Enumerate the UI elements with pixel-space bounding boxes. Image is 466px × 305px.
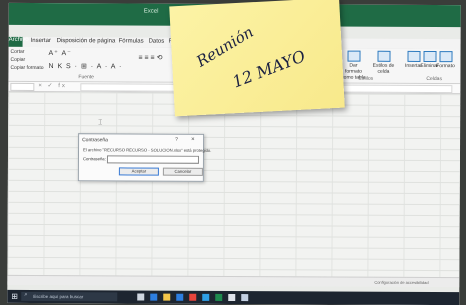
window-title: Excel bbox=[143, 8, 159, 15]
windows-start-icon[interactable]: ⊞ bbox=[11, 292, 18, 301]
cut-button[interactable]: Cortar bbox=[11, 49, 25, 55]
mouse-cursor-icon: ⌶ bbox=[98, 119, 103, 127]
group-label-celdas: Celdas bbox=[426, 76, 442, 83]
name-box[interactable] bbox=[10, 82, 35, 91]
note-text-line1: Reunión bbox=[193, 22, 257, 71]
accept-button[interactable]: Aceptar bbox=[118, 167, 159, 176]
taskbar-app-icon[interactable] bbox=[137, 293, 145, 301]
table-icon bbox=[346, 50, 361, 62]
password-dialog: Contraseña ? × El archivo "RECURSO RECUR… bbox=[77, 133, 211, 182]
worksheet-grid[interactable] bbox=[7, 91, 461, 278]
format-cells-icon bbox=[438, 51, 453, 63]
sticky-note: Reunión 12 MAYO bbox=[169, 0, 345, 117]
cell-styles-button[interactable]: Estilos de celda bbox=[370, 50, 396, 75]
taskbar-app-icon[interactable] bbox=[202, 293, 210, 301]
tab-insertar[interactable]: Insertar bbox=[31, 38, 51, 44]
format-painter-button[interactable]: Copiar formato bbox=[10, 65, 43, 71]
format-button[interactable]: Formato bbox=[432, 51, 458, 69]
group-label-estilos: Estilos bbox=[358, 75, 374, 82]
password-input[interactable] bbox=[106, 155, 199, 164]
taskbar-app-icon[interactable] bbox=[150, 293, 158, 301]
taskbar-search[interactable]: ⌕ Escribe aquí para buscar bbox=[21, 291, 118, 302]
font-size-buttons[interactable]: A⁺ A⁻ bbox=[49, 49, 72, 57]
search-icon: ⌕ bbox=[24, 291, 28, 298]
password-label: Contraseña: bbox=[82, 156, 106, 162]
dialog-title: Contraseña bbox=[82, 137, 108, 144]
tab-disposicion[interactable]: Disposición de página bbox=[57, 38, 116, 44]
windows-taskbar: ⊞ ⌕ Escribe aquí para buscar bbox=[7, 289, 460, 305]
font-format-buttons[interactable]: N K S · ⊞ · A · A · bbox=[48, 62, 122, 70]
cell-styles-icon bbox=[376, 50, 391, 62]
tab-archivo[interactable]: Archivo bbox=[8, 36, 29, 47]
note-text-line2: 12 MAYO bbox=[229, 46, 308, 92]
accessibility-status[interactable]: Configuración de accesibilidad bbox=[374, 280, 428, 285]
search-placeholder: Escribe aquí para buscar bbox=[33, 293, 84, 300]
close-icon[interactable]: × bbox=[191, 137, 195, 143]
tab-datos[interactable]: Datos bbox=[149, 39, 165, 45]
status-bar: Configuración de accesibilidad bbox=[7, 274, 460, 288]
formula-icons[interactable]: × ✓ fx bbox=[38, 82, 67, 89]
dialog-message: El archivo "RECURSO RECURSO - SOLUCION.x… bbox=[83, 147, 212, 153]
group-label-fuente: Fuente bbox=[78, 74, 94, 81]
tab-formulas[interactable]: Fórmulas bbox=[119, 38, 144, 44]
taskbar-app-icon[interactable] bbox=[189, 293, 197, 301]
help-icon[interactable]: ? bbox=[175, 137, 178, 143]
cancel-button[interactable]: Cancelar bbox=[162, 167, 203, 176]
alignment-buttons[interactable]: ≡ ≡ ≡ ⟲ bbox=[138, 53, 162, 61]
taskbar-app-icon[interactable] bbox=[228, 293, 236, 302]
taskbar-app-icon[interactable] bbox=[241, 294, 249, 302]
taskbar-app-icon[interactable] bbox=[163, 293, 171, 301]
taskbar-app-icon[interactable] bbox=[215, 293, 223, 301]
taskbar-app-icon[interactable] bbox=[176, 293, 184, 301]
copy-button[interactable]: Copiar bbox=[10, 57, 25, 63]
